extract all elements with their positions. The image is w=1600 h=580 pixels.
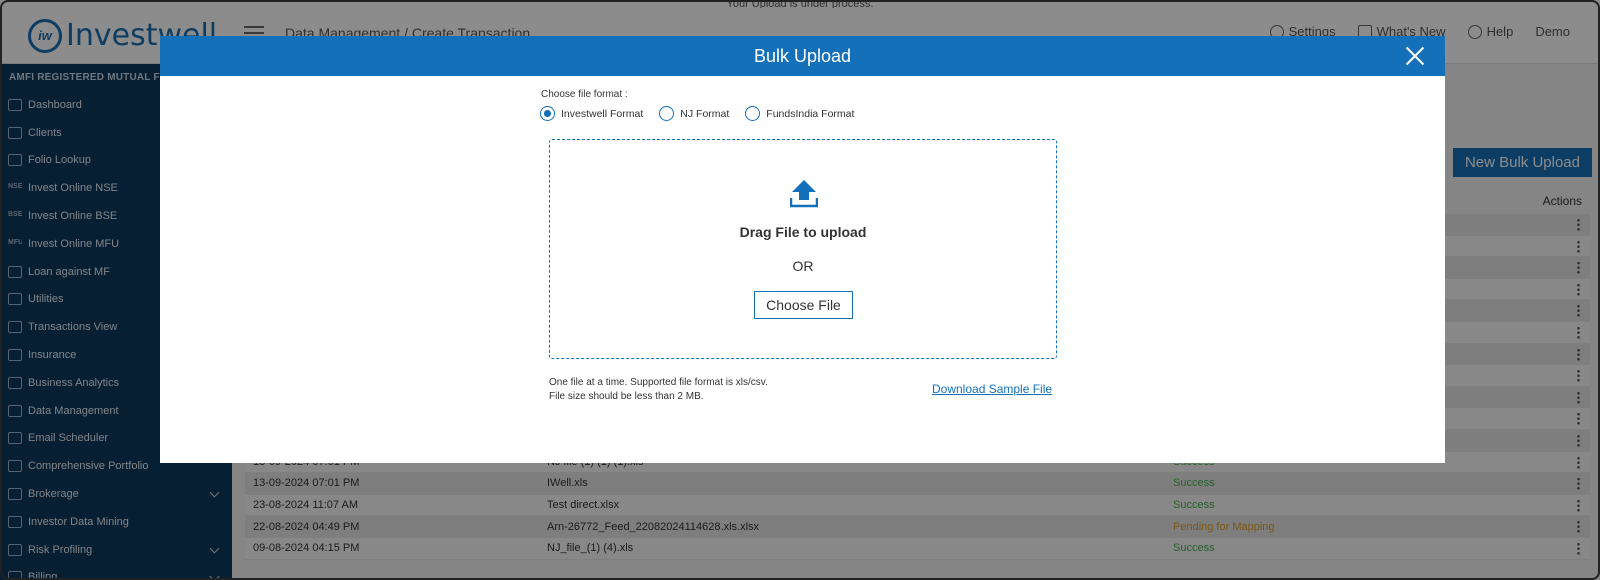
modal-header: Bulk Upload [160,36,1445,76]
or-text: OR [792,258,814,274]
modal-title: Bulk Upload [753,45,852,66]
file-format-label: Choose file format : [541,89,628,100]
radio-label: Investwell Format [561,107,644,120]
download-sample-file-link[interactable]: Download Sample File [932,382,1052,396]
radio-fundsindia-format[interactable]: FundsIndia Format [745,106,854,121]
radio-investwell-format[interactable]: Investwell Format [540,106,643,121]
note-line-1: One file at a time. Supported file forma… [549,377,768,388]
upload-note: One file at a time. Supported file forma… [549,376,768,404]
radio-nj-format[interactable]: NJ Format [659,106,729,121]
file-drop-zone[interactable]: Drag File to upload OR Choose File [549,139,1057,359]
radio-unchecked-icon [659,106,675,121]
note-line-2: File size should be less than 2 MB. [549,391,704,402]
drag-file-text: Drag File to upload [739,224,867,240]
radio-checked-icon [540,106,555,121]
radio-label: FundsIndia Format [766,107,855,120]
choose-file-button[interactable]: Choose File [754,291,853,319]
radio-label: NJ Format [680,107,730,120]
close-icon[interactable] [1405,46,1425,66]
file-format-radios: Investwell Format NJ Format FundsIndia F… [540,106,854,121]
bulk-upload-modal: Bulk Upload Choose file format : Investw… [160,36,1445,463]
radio-unchecked-icon [745,106,761,121]
upload-icon [790,180,818,208]
